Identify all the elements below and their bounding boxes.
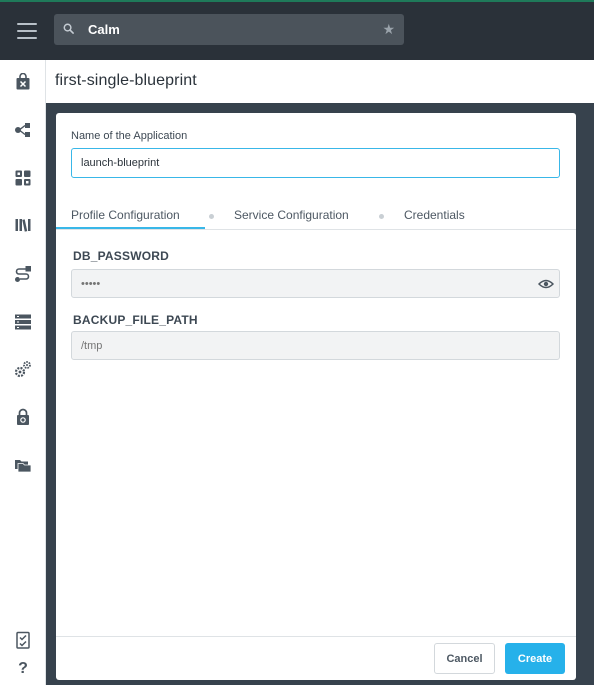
star-icon[interactable]: ★ [382,22,395,36]
top-bar: Calm ★ [0,0,594,60]
help-icon[interactable]: ? [14,660,32,678]
marketplace-icon[interactable] [14,73,32,91]
cancel-button[interactable]: Cancel [434,643,495,674]
page-header: first-single-blueprint [46,60,594,103]
active-tab-indicator [56,227,205,229]
page-title: first-single-blueprint [55,72,197,89]
settings-icon[interactable] [14,360,32,378]
backup-file-path-label: BACKUP_FILE_PATH [73,313,198,327]
backup-file-path-field[interactable] [71,331,560,360]
db-password-label: DB_PASSWORD [73,249,169,263]
policies-icon[interactable] [14,408,32,426]
app-name-label: Name of the Application [71,130,188,142]
sidebar-nav: ? [0,60,46,685]
modal-tabs: Profile Configuration Service Configurat… [56,199,576,230]
applications-icon[interactable] [14,121,32,139]
search-value[interactable]: Calm [88,22,120,37]
create-button[interactable]: Create [505,643,565,674]
endpoints-icon[interactable] [14,313,32,331]
db-password-field[interactable] [71,269,560,298]
eye-icon[interactable] [538,279,554,289]
tab-separator-dot [209,214,214,219]
checklist-icon[interactable] [14,631,32,649]
blueprints-icon[interactable] [14,169,32,187]
tab-credentials[interactable]: Credentials [404,208,465,222]
tab-service-configuration[interactable]: Service Configuration [234,208,349,222]
app-name-input[interactable] [71,148,560,178]
projects-icon[interactable] [14,456,32,474]
tab-separator-dot [379,214,384,219]
search-bar[interactable]: Calm ★ [54,14,404,45]
launch-modal: Name of the Application Profile Configur… [56,113,576,680]
runbooks-icon[interactable] [14,265,32,283]
modal-footer: Cancel Create [56,636,576,680]
tab-profile-configuration[interactable]: Profile Configuration [71,208,180,222]
library-icon[interactable] [14,216,32,234]
hamburger-menu-icon[interactable] [17,23,37,39]
search-icon [63,23,74,34]
